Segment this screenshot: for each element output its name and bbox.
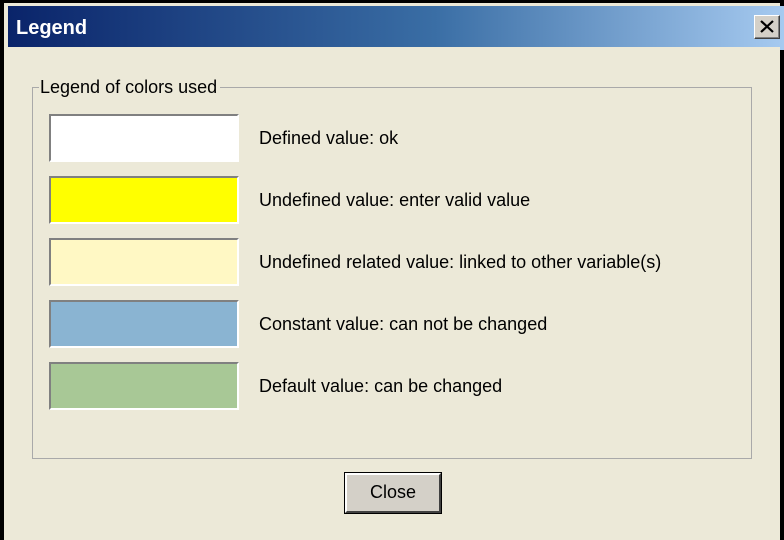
color-swatch (49, 362, 239, 410)
dialog-client-area: Legend of colors used Defined value: ok … (4, 47, 780, 540)
title-close-button[interactable] (754, 15, 780, 39)
legend-row-constant: Constant value: can not be changed (49, 300, 739, 348)
legend-label: Undefined related value: linked to other… (259, 252, 662, 272)
color-swatch (49, 238, 239, 286)
groupbox-label: Legend of colors used (39, 75, 221, 99)
legend-row-defined: Defined value: ok (49, 114, 739, 162)
title-bar[interactable]: Legend (8, 6, 784, 50)
close-icon (760, 20, 774, 33)
legend-row-default: Default value: can be changed (49, 362, 739, 410)
legend-label: Constant value: can not be changed (259, 314, 548, 334)
legend-label: Undefined value: enter valid value (259, 190, 531, 210)
close-button[interactable]: Close (344, 472, 442, 514)
legend-groupbox: Legend of colors used Defined value: ok … (32, 75, 752, 459)
color-swatch (49, 300, 239, 348)
legend-row-undefined-related: Undefined related value: linked to other… (49, 238, 739, 286)
legend-row-undefined: Undefined value: enter valid value (49, 176, 739, 224)
color-swatch (49, 114, 239, 162)
legend-label: Defined value: ok (259, 128, 399, 148)
color-swatch (49, 176, 239, 224)
window-title: Legend (16, 17, 88, 39)
legend-label: Default value: can be changed (259, 376, 503, 396)
